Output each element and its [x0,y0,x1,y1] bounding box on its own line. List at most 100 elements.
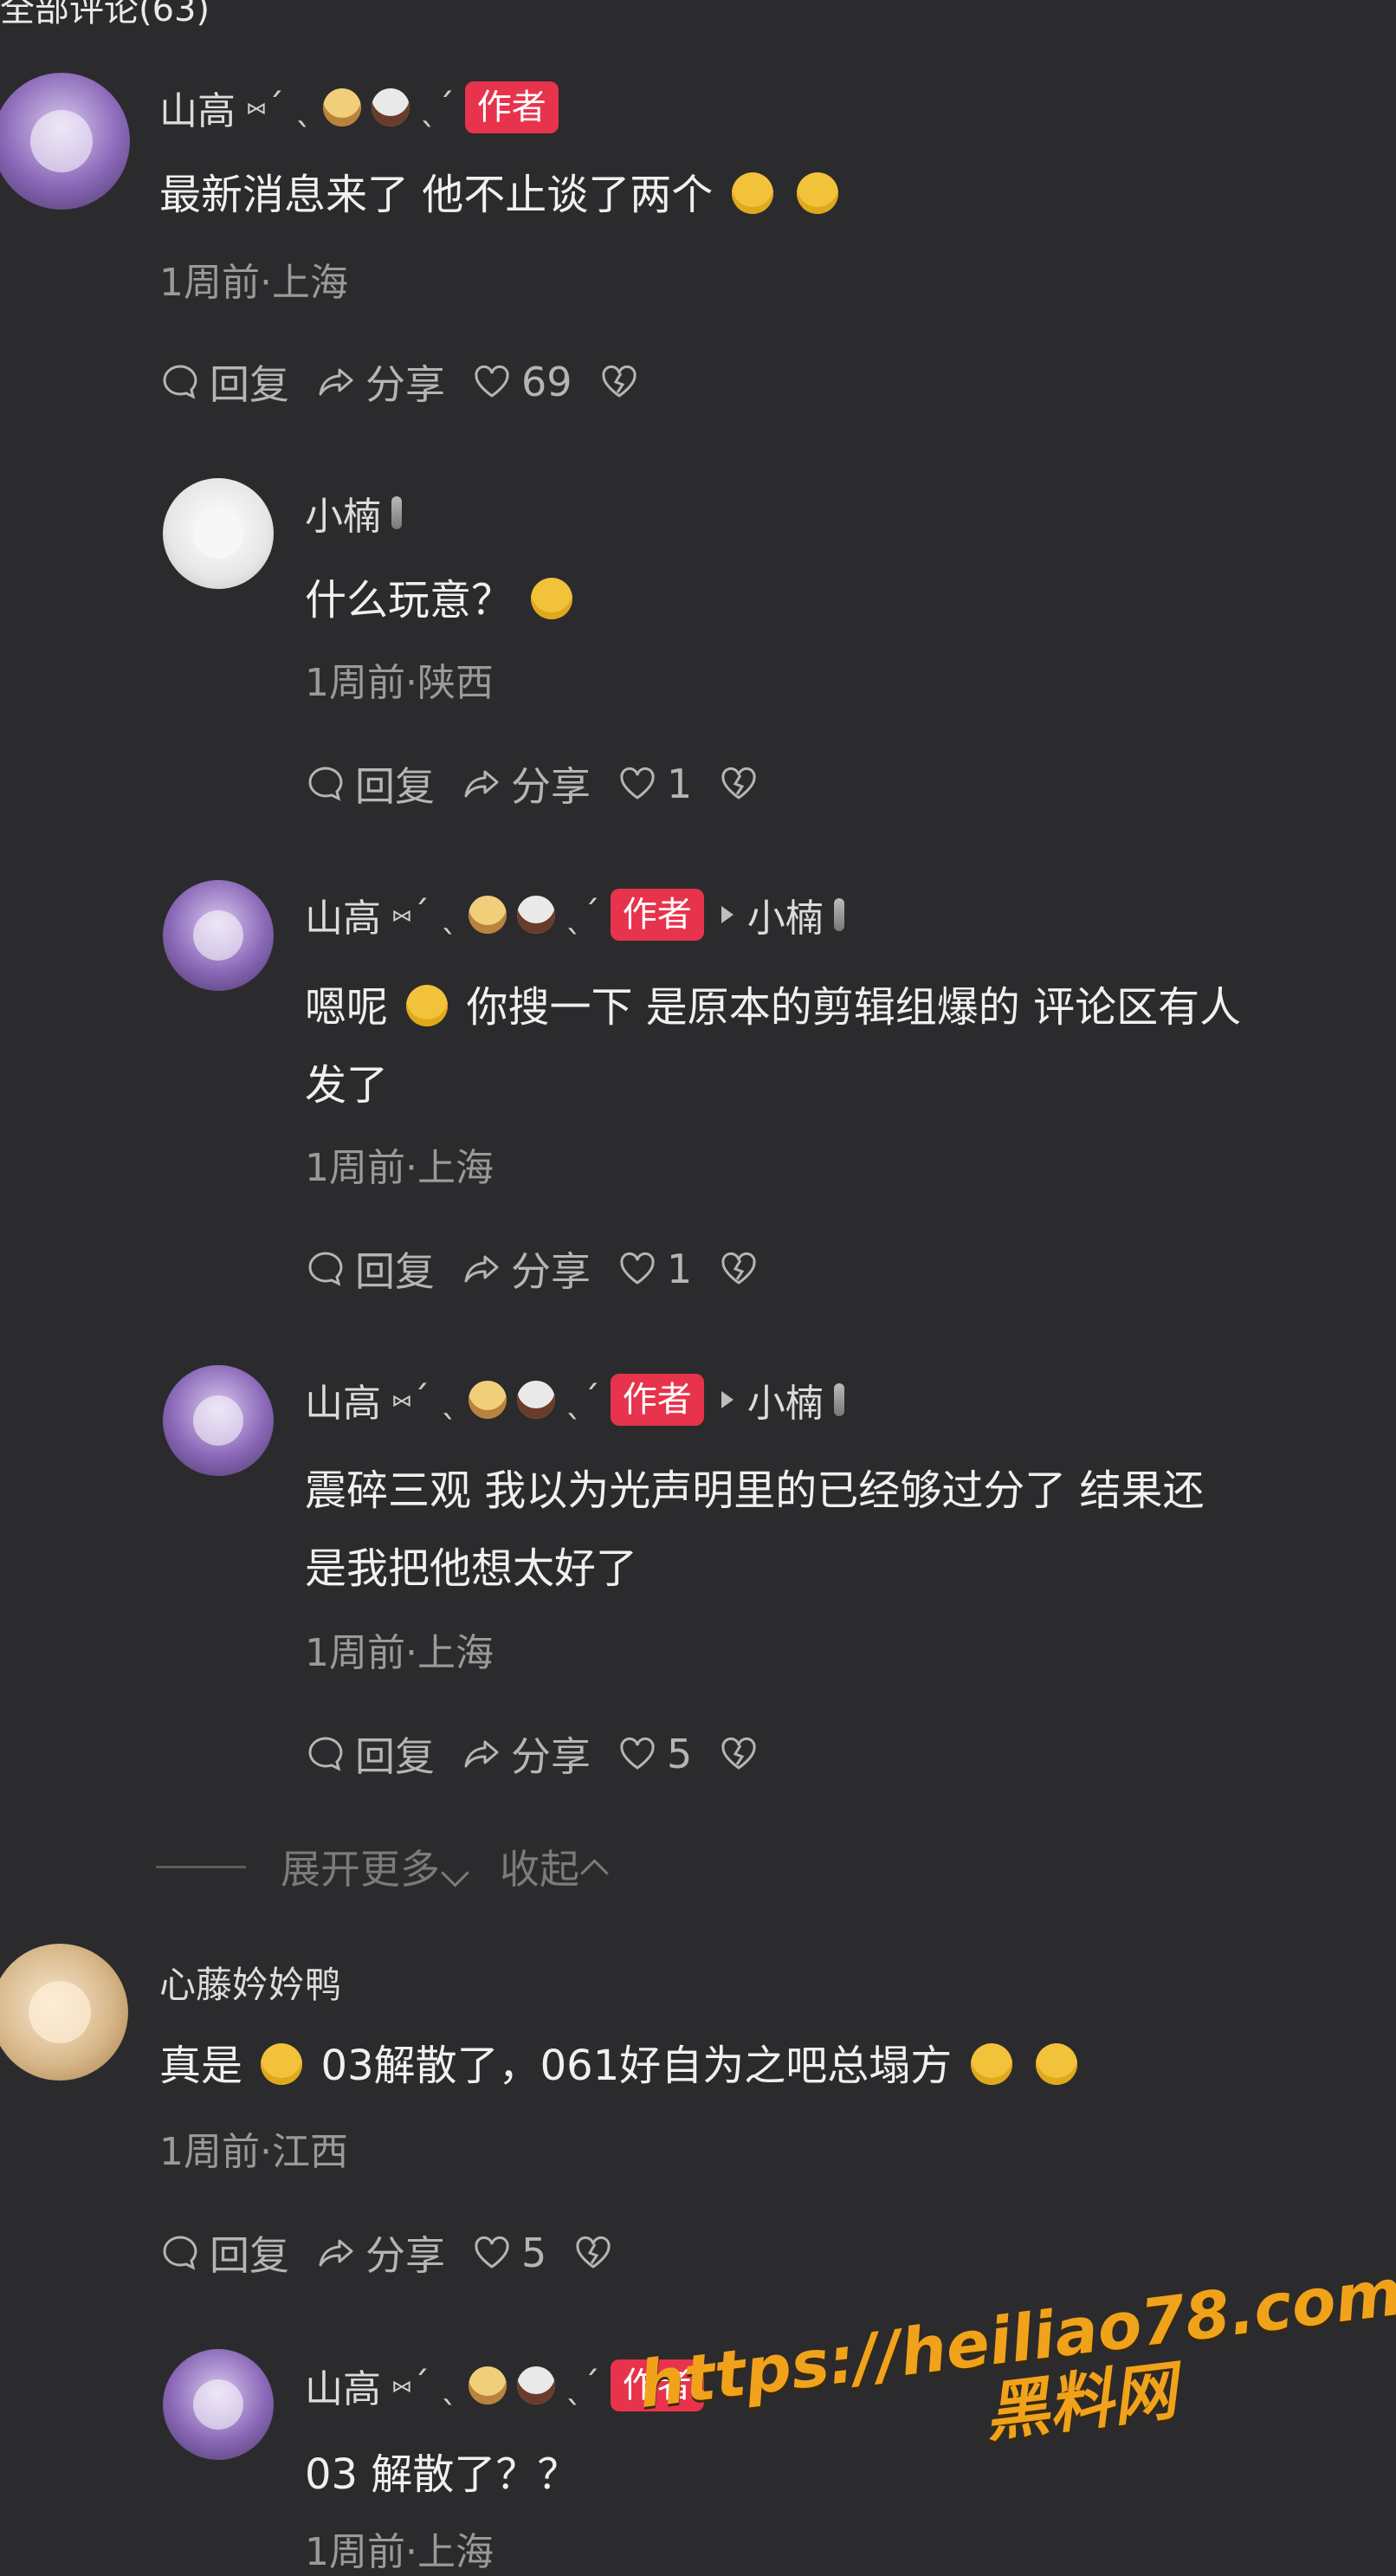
comment-author-row: 小楠 [305,485,402,540]
heart-icon [620,1737,655,1770]
username-decoration: ˎˊ [565,2366,600,2405]
reply-to-username[interactable]: 小楠 [747,887,824,942]
chevron-down-icon [441,1859,469,1887]
comment-text: 最新消息来了 他不止谈了两个 [159,156,843,234]
share-button[interactable]: 分享 [315,353,445,411]
dislike-button[interactable] [718,1248,759,1290]
like-count: 5 [521,2230,547,2276]
broken-heart-icon [721,1737,756,1770]
comment-author-row: 心藤妗妗鸭 [159,1956,341,2009]
username-decoration: ˎˊ [565,1380,600,1420]
reply-button[interactable]: 回复 [305,1725,435,1783]
heart-icon [475,2236,509,2269]
avatar[interactable] [163,1365,274,1476]
divider [156,1865,246,1868]
avatar[interactable] [0,73,130,210]
grinning-sweat-emoji-icon [1035,2043,1077,2085]
share-button[interactable]: 分享 [461,755,591,812]
grinning-sweat-emoji-icon [261,2043,303,2085]
comment-actions: 回复 分享 1 [305,1240,759,1298]
comment-actions: 回复 分享 69 [159,353,640,411]
like-button[interactable]: 1 [617,1246,692,1292]
smile-emoji-icon [796,172,838,214]
username-decoration: ˎˊ [419,87,455,127]
cupcake-emoji-icon [322,88,361,126]
comments-header: 全部评论(63) [0,0,210,29]
like-count: 5 [667,1731,693,1777]
comment-actions: 回复 分享 1 [305,755,759,812]
reply-button[interactable]: 回复 [305,755,435,812]
like-button[interactable]: 5 [617,1731,692,1777]
share-arrow-icon [319,2239,353,2267]
reply-label: 回复 [355,763,435,810]
comment-meta: 1周前·江西 [159,2130,348,2174]
heart-icon [475,365,509,398]
coffee-emoji-icon [516,2366,555,2404]
cupcake-emoji-icon [468,2366,507,2404]
comment-meta: 1周前·上海 [159,261,348,305]
username-decoration: ⑅ˊ ˎ [391,1380,458,1420]
dislike-button[interactable] [598,361,640,403]
comment-text: 03 解散了？？ [305,2450,579,2499]
avatar[interactable] [0,1944,128,2081]
avatar[interactable] [163,2349,274,2460]
dislike-button[interactable] [572,2232,614,2274]
coffee-emoji-icon [516,896,555,934]
share-label: 分享 [511,763,591,810]
share-label: 分享 [365,2232,445,2279]
avatar[interactable] [163,880,274,991]
reply-button[interactable]: 回复 [305,1240,435,1298]
username-decoration: ˎˊ [565,895,600,935]
speech-bubble-icon [308,1737,343,1771]
comment-text: 震碎三观 我以为光声明里的已经够过分了 结果还 是我把他想太好了 [305,1466,1205,1593]
reply-to-username[interactable]: 小楠 [747,1372,824,1427]
username[interactable]: 小楠 [305,485,381,540]
comment-actions: 回复 分享 5 [305,1725,759,1783]
username[interactable]: 山高 [305,887,381,942]
like-button[interactable]: 5 [471,2230,546,2276]
share-arrow-icon [464,1255,499,1283]
reply-label: 回复 [210,2232,289,2279]
chevron-up-icon [580,1859,609,1887]
coffee-emoji-icon [516,1381,555,1419]
username[interactable]: 山高 [305,1372,381,1427]
share-label: 分享 [511,1733,591,1780]
avatar[interactable] [163,478,274,589]
share-button[interactable]: 分享 [461,1725,591,1783]
reply-button[interactable]: 回复 [159,2224,289,2282]
comment-meta: 1周前·上海 [305,1631,494,1675]
heart-icon [620,1252,655,1285]
like-count: 69 [521,359,572,405]
like-button[interactable]: 1 [617,761,692,807]
heart-icon [620,767,655,799]
author-badge: 作者 [610,1374,704,1426]
expand-more-button[interactable]: 展开更多 [281,1838,469,1895]
dislike-button[interactable] [718,1733,759,1775]
speech-bubble-icon [308,767,343,801]
username[interactable]: 山高 [159,80,236,135]
username[interactable]: 心藤妗妗鸭 [159,1956,341,2009]
collapse-button[interactable]: 收起 [500,1838,609,1895]
broken-heart-icon [601,365,637,398]
cupcake-emoji-icon [468,1381,507,1419]
share-label: 分享 [365,361,445,408]
reply-to-arrow-icon [721,1391,734,1408]
share-arrow-icon [319,368,353,396]
comment-text: 什么玩意？ [305,561,578,639]
share-button[interactable]: 分享 [461,1240,591,1298]
watermark: https://heiliao78.com 黑料网 [635,2256,1396,2492]
pleading-emoji-icon [731,172,773,214]
share-button[interactable]: 分享 [315,2224,445,2282]
pin-icon [833,898,844,931]
reply-button[interactable]: 回复 [159,353,289,411]
like-button[interactable]: 69 [471,359,572,405]
pin-icon [833,1383,844,1416]
share-arrow-icon [464,770,499,798]
comment-author-row: 山高 ⑅ˊ ˎ ˎˊ 作者 [159,80,559,135]
comment-meta: 1周前·上海 [305,2530,494,2574]
comment-author-row: 山高 ⑅ˊ ˎ ˎˊ 作者 小楠 [305,1372,844,1427]
dislike-button[interactable] [718,763,759,805]
username[interactable]: 山高 [305,2358,381,2413]
coffee-emoji-icon [371,88,410,126]
comment-actions: 回复 分享 5 [159,2224,614,2282]
